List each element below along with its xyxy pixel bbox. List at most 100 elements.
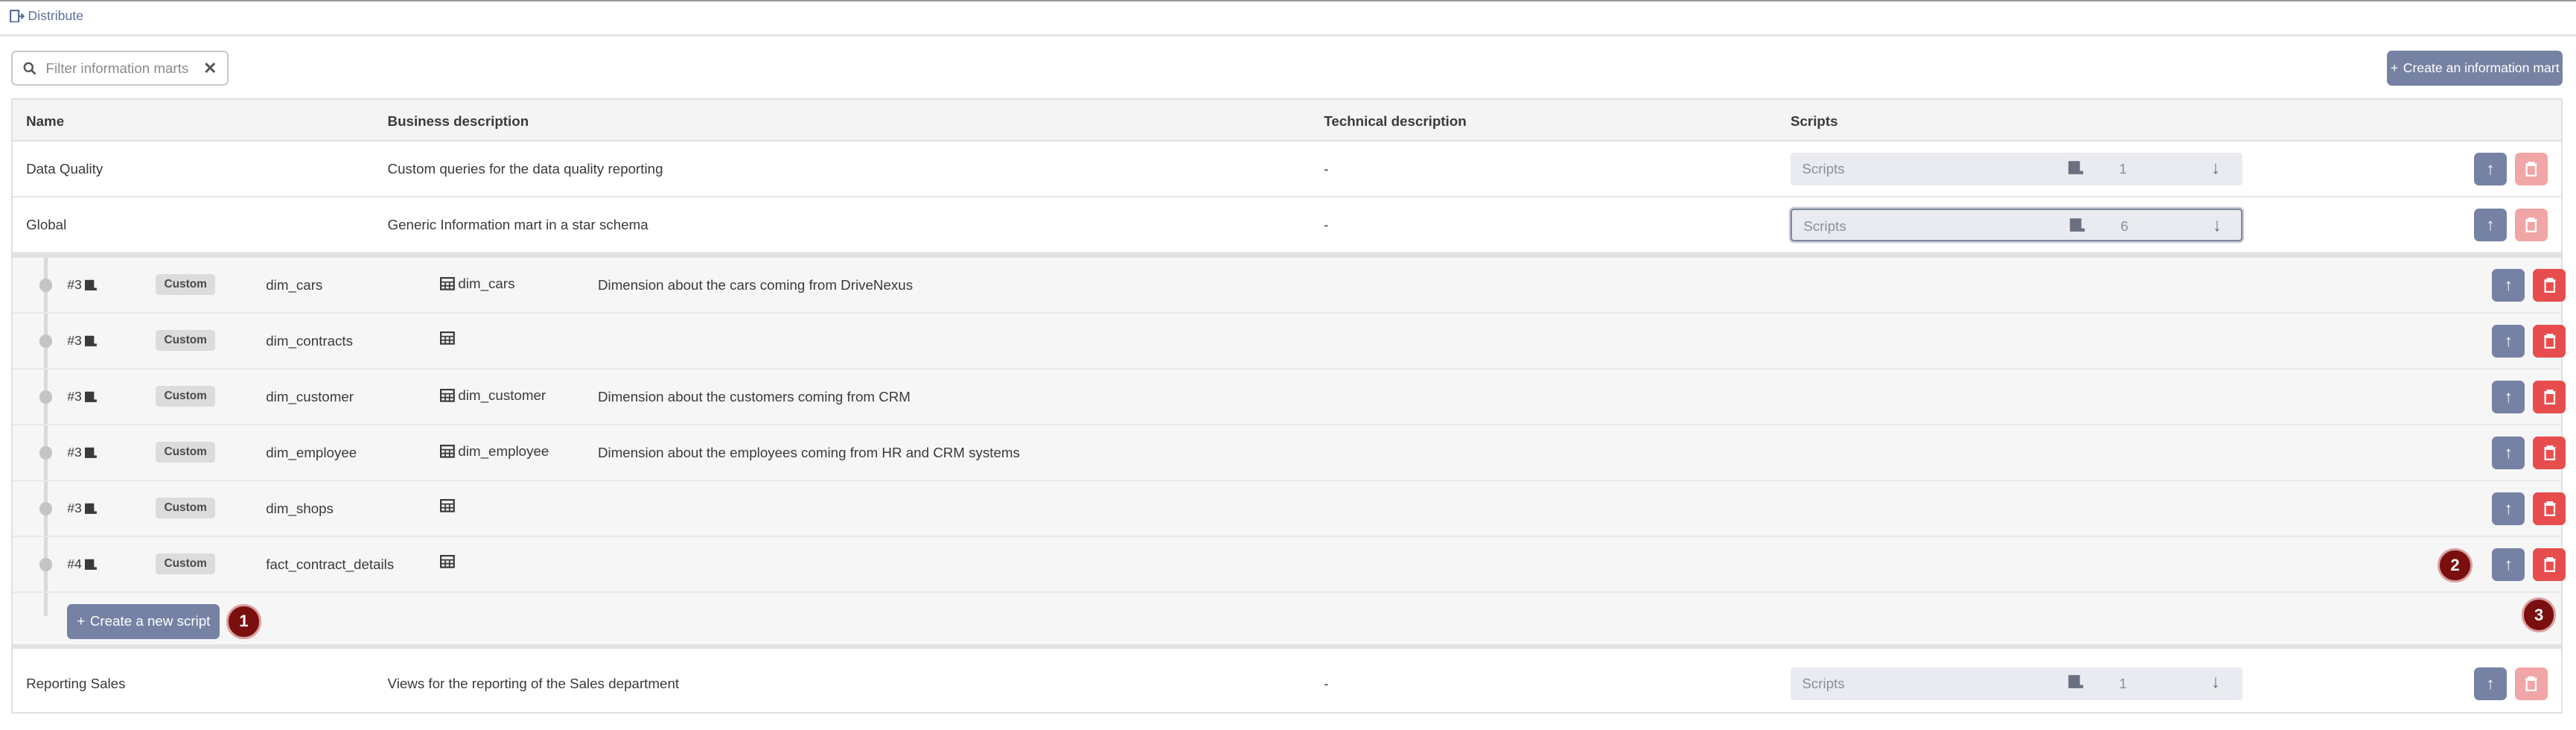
table-icon bbox=[440, 277, 455, 291]
marker-3: 3 bbox=[2521, 597, 2557, 632]
delete-button[interactable] bbox=[2533, 269, 2566, 302]
export-button[interactable]: ↑ bbox=[2492, 548, 2525, 582]
script-type-tag: Custom bbox=[156, 553, 215, 575]
script-row[interactable]: #3 Custom dim_shops ↑ bbox=[13, 481, 2566, 537]
scripts-dropdown[interactable]: Scripts 6 ↓ bbox=[1790, 209, 2242, 242]
delete-button[interactable] bbox=[2533, 492, 2566, 526]
mart-business: Custom queries for the data quality repo… bbox=[387, 161, 663, 177]
upload-icon: ↑ bbox=[2504, 555, 2513, 574]
script-row[interactable]: #3 Custom dim_contracts ↑ bbox=[13, 314, 2566, 369]
delete-button[interactable] bbox=[2515, 152, 2548, 186]
col-scripts[interactable]: Scripts bbox=[1791, 113, 1838, 130]
filter-input[interactable]: Filter information marts ✕ bbox=[11, 51, 229, 86]
upload-icon: ↑ bbox=[2486, 673, 2495, 693]
script-table-name: dim_cars bbox=[458, 275, 515, 291]
create-mart-button[interactable]: + Create an information mart bbox=[2387, 51, 2563, 86]
script-row[interactable]: #3 Custom dim_cars dim_cars Dimension ab… bbox=[13, 258, 2566, 314]
table-header: Name Business description Technical desc… bbox=[13, 100, 2561, 142]
scroll-icon bbox=[85, 335, 97, 346]
upload-icon: ↑ bbox=[2504, 499, 2513, 518]
timeline-dot bbox=[39, 502, 53, 515]
marker-2: 2 bbox=[2438, 548, 2473, 583]
timeline-dot bbox=[39, 279, 53, 292]
script-num-text: #3 bbox=[67, 277, 82, 293]
col-name[interactable]: Name bbox=[26, 113, 64, 130]
col-business[interactable]: Business description bbox=[388, 113, 529, 130]
trash-icon bbox=[2543, 334, 2556, 349]
script-num-text: #3 bbox=[67, 333, 82, 349]
table-row[interactable]: Data Quality Custom queries for the data… bbox=[13, 141, 2561, 197]
export-button[interactable]: ↑ bbox=[2492, 269, 2525, 302]
table-row[interactable]: Reporting Sales Views for the reporting … bbox=[13, 656, 2561, 712]
search-icon bbox=[23, 62, 36, 75]
upload-icon: ↑ bbox=[2486, 159, 2495, 179]
mart-technical: - bbox=[1324, 217, 1329, 233]
timeline-dot bbox=[39, 558, 53, 572]
scroll-icon bbox=[85, 559, 97, 570]
trash-icon bbox=[2543, 390, 2556, 405]
script-name: dim_customer bbox=[266, 389, 354, 405]
script-table bbox=[440, 498, 458, 512]
scripts-label: Scripts bbox=[1802, 161, 1845, 177]
upload-icon: ↑ bbox=[2504, 276, 2513, 295]
delete-button[interactable] bbox=[2533, 325, 2566, 358]
scroll-icon bbox=[85, 279, 97, 291]
trash-icon bbox=[2525, 676, 2537, 691]
upload-icon: ↑ bbox=[2486, 215, 2495, 235]
mart-technical: - bbox=[1324, 161, 1329, 177]
clear-filter-icon[interactable]: ✕ bbox=[203, 59, 217, 78]
scroll-icon bbox=[2069, 218, 2085, 232]
col-technical[interactable]: Technical description bbox=[1324, 113, 1466, 130]
scroll-icon bbox=[2068, 161, 2083, 174]
export-button[interactable]: ↑ bbox=[2492, 437, 2525, 470]
scripts-dropdown[interactable]: Scripts 1 ↓ bbox=[1790, 667, 2242, 700]
export-button[interactable]: ↑ bbox=[2492, 381, 2525, 414]
script-table bbox=[440, 554, 458, 568]
script-type-tag: Custom bbox=[156, 497, 215, 519]
script-row[interactable]: #4 Custom fact_contract_details 2 ↑ bbox=[13, 537, 2566, 593]
export-button[interactable]: ↑ bbox=[2473, 667, 2508, 700]
script-row[interactable]: #3 Custom dim_customer dim_customer Dime… bbox=[13, 369, 2566, 425]
arrow-down-icon: ↓ bbox=[2212, 215, 2222, 235]
script-num-text: #3 bbox=[67, 501, 82, 516]
delete-button[interactable] bbox=[2533, 437, 2566, 470]
top-border bbox=[0, 0, 2576, 2]
scripts-label: Scripts bbox=[1802, 675, 1845, 691]
script-name: dim_cars bbox=[266, 277, 323, 293]
upload-icon: ↑ bbox=[2504, 331, 2513, 351]
export-button[interactable]: ↑ bbox=[2473, 209, 2508, 242]
delete-button[interactable] bbox=[2515, 209, 2548, 242]
script-number: #3 bbox=[67, 389, 98, 404]
table-icon bbox=[440, 554, 455, 568]
app-root: Distribute Filter information marts ✕ + … bbox=[0, 0, 2576, 730]
table-icon bbox=[440, 389, 455, 402]
delete-button[interactable] bbox=[2515, 667, 2548, 700]
script-table: dim_employee bbox=[440, 443, 549, 460]
export-button[interactable]: ↑ bbox=[2492, 325, 2525, 358]
table-row[interactable]: Global Generic Information mart in a sta… bbox=[13, 197, 2561, 253]
arrow-down-icon: ↓ bbox=[2210, 157, 2220, 178]
export-button[interactable]: ↑ bbox=[2492, 492, 2525, 526]
script-num-text: #3 bbox=[67, 389, 82, 404]
delete-button[interactable] bbox=[2533, 548, 2566, 582]
mart-name: Reporting Sales bbox=[26, 675, 126, 691]
scripts-dropdown[interactable]: Scripts 1 ↓ bbox=[1790, 152, 2242, 186]
plus-icon: + bbox=[2390, 60, 2399, 76]
plus-icon: + bbox=[77, 613, 86, 629]
script-row[interactable]: #3 Custom dim_employee dim_employee Dime… bbox=[13, 425, 2566, 481]
table-icon bbox=[440, 331, 455, 345]
export-button[interactable]: ↑ bbox=[2473, 152, 2508, 186]
breadcrumb[interactable]: Distribute bbox=[10, 8, 83, 24]
delete-button[interactable] bbox=[2533, 381, 2566, 414]
timeline-dot bbox=[39, 334, 53, 348]
breadcrumb-label: Distribute bbox=[28, 8, 84, 24]
script-number: #3 bbox=[67, 277, 98, 293]
mart-name: Global bbox=[26, 217, 67, 233]
script-type-tag: Custom bbox=[156, 385, 215, 407]
create-script-button[interactable]: + Create a new script bbox=[67, 604, 220, 639]
scripts-panel: #3 Custom dim_cars dim_cars Dimension ab… bbox=[13, 253, 2566, 650]
distribute-icon bbox=[10, 9, 25, 23]
mart-name: Data Quality bbox=[26, 161, 103, 177]
trash-icon bbox=[2543, 501, 2556, 517]
create-mart-label: Create an information mart bbox=[2403, 60, 2560, 76]
